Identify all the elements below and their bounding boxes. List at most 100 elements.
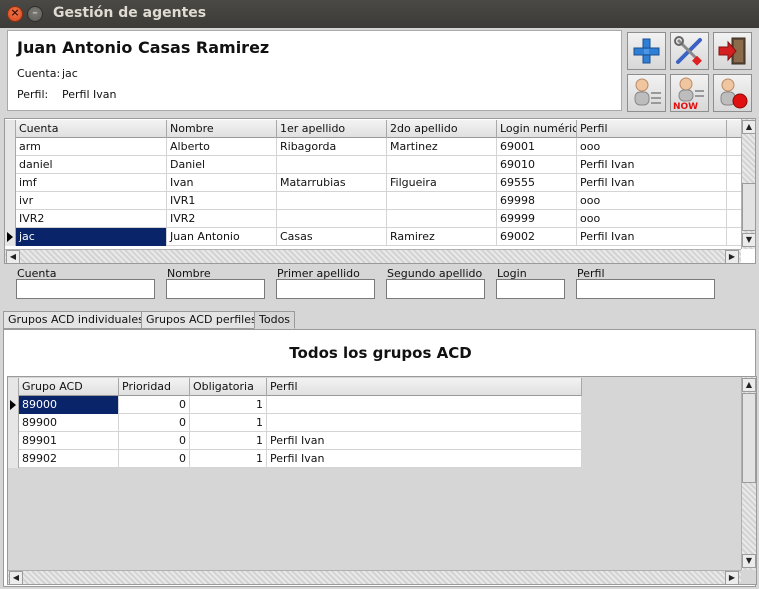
row-indicator[interactable] (8, 414, 19, 432)
tab-todos[interactable]: Todos (254, 311, 296, 329)
agents-horizontal-scrollbar[interactable]: ◀ ▶ (5, 249, 741, 263)
cell-grupo[interactable]: 89000 (19, 396, 119, 414)
column-header-nombre[interactable]: Nombre (167, 120, 277, 138)
cell-perfil[interactable]: Perfil Ivan (577, 156, 727, 174)
cell-prioridad[interactable]: 0 (119, 396, 190, 414)
cell-cuenta[interactable]: IVR2 (16, 210, 167, 228)
cell-perfil[interactable] (267, 414, 582, 432)
minimize-window-button[interactable]: – (27, 6, 43, 22)
cell-apellido1[interactable] (277, 192, 387, 210)
row-indicator[interactable] (5, 174, 16, 192)
row-indicator[interactable] (5, 210, 16, 228)
filter-input-login[interactable] (496, 279, 565, 299)
cell-nombre[interactable]: Juan Antonio (167, 228, 277, 246)
group-row[interactable]: 89901 0 1 Perfil Ivan (8, 432, 582, 450)
close-window-button[interactable]: × (7, 6, 23, 22)
cell-apellido1[interactable]: Ribagorda (277, 138, 387, 156)
column-header-obligatoria[interactable]: Obligatoria (190, 378, 267, 396)
cell-cuenta[interactable]: arm (16, 138, 167, 156)
agents-table[interactable]: Cuenta Nombre 1er apellido 2do apellido … (4, 118, 756, 264)
cell-login[interactable]: 69001 (497, 138, 577, 156)
cell-apellido2[interactable]: Ramirez (387, 228, 497, 246)
cell-nombre[interactable]: IVR2 (167, 210, 277, 228)
filter-input-apellido2[interactable] (386, 279, 485, 299)
group-row[interactable]: 89900 0 1 (8, 414, 582, 432)
scroll-up-arrow-icon[interactable]: ▲ (742, 120, 755, 134)
scroll-down-arrow-icon[interactable]: ▼ (742, 233, 755, 247)
cell-prioridad[interactable]: 0 (119, 414, 190, 432)
column-header-perfil[interactable]: Perfil (577, 120, 727, 138)
cell-perfil[interactable]: ooo (577, 210, 727, 228)
cell-login[interactable]: 69555 (497, 174, 577, 192)
cell-apellido1[interactable] (277, 210, 387, 228)
cell-perfil[interactable]: Perfil Ivan (577, 228, 727, 246)
cell-apellido1[interactable]: Matarrubias (277, 174, 387, 192)
agent-row[interactable]: imf Ivan Matarrubias Filgueira 69555 Perfil I… (5, 174, 742, 192)
filter-input-cuenta[interactable] (16, 279, 155, 299)
column-header-grupo[interactable]: Grupo ACD (19, 378, 119, 396)
cell-perfil[interactable]: Perfil Ivan (267, 450, 582, 468)
cell-cuenta[interactable]: daniel (16, 156, 167, 174)
cell-login[interactable]: 69002 (497, 228, 577, 246)
agent-row[interactable]: ivr IVR1 69998 ooo (5, 192, 742, 210)
agents-vertical-scrollbar[interactable]: ▲ ▼ (741, 119, 755, 249)
cell-prioridad[interactable]: 0 (119, 450, 190, 468)
row-indicator[interactable] (8, 450, 19, 468)
cell-apellido2[interactable] (387, 210, 497, 228)
cell-grupo[interactable]: 89901 (19, 432, 119, 450)
column-header-apellido1[interactable]: 1er apellido (277, 120, 387, 138)
scroll-right-arrow-icon[interactable]: ▶ (725, 250, 739, 263)
group-row[interactable]: 89000 0 1 (8, 396, 582, 414)
cell-nombre[interactable]: Alberto (167, 138, 277, 156)
column-header-apellido2[interactable]: 2do apellido (387, 120, 497, 138)
tab-grupos-individuales[interactable]: Grupos ACD individuales (3, 311, 149, 329)
column-header-cuenta[interactable]: Cuenta (16, 120, 167, 138)
cell-grupo[interactable]: 89900 (19, 414, 119, 432)
scroll-up-arrow-icon[interactable]: ▲ (742, 378, 756, 392)
cell-perfil[interactable]: Perfil Ivan (577, 174, 727, 192)
cell-cuenta[interactable]: ivr (16, 192, 167, 210)
filter-input-apellido1[interactable] (276, 279, 375, 299)
row-indicator[interactable] (5, 156, 16, 174)
agent-row[interactable]: IVR2 IVR2 69999 ooo (5, 210, 742, 228)
cell-obligatoria[interactable]: 1 (190, 414, 267, 432)
agent-row[interactable]: arm Alberto Ribagorda Martinez 69001 ooo (5, 138, 742, 156)
row-indicator[interactable] (5, 138, 16, 156)
cell-obligatoria[interactable]: 1 (190, 450, 267, 468)
cell-cuenta[interactable]: imf (16, 174, 167, 192)
agent-now-button[interactable]: NOW (670, 74, 709, 112)
scroll-down-arrow-icon[interactable]: ▼ (742, 554, 756, 568)
row-indicator[interactable] (5, 228, 16, 246)
agent-row[interactable]: jac Juan Antonio Casas Ramirez 69002 Perfil I… (5, 228, 742, 246)
cell-obligatoria[interactable]: 1 (190, 432, 267, 450)
cell-nombre[interactable]: Ivan (167, 174, 277, 192)
scroll-thumb[interactable] (742, 393, 756, 483)
groups-vertical-scrollbar[interactable]: ▲ ▼ (741, 377, 756, 570)
groups-horizontal-scrollbar[interactable]: ◀ ▶ (8, 570, 741, 584)
scroll-left-arrow-icon[interactable]: ◀ (6, 250, 20, 263)
cell-perfil[interactable] (267, 396, 582, 414)
agent-row[interactable]: daniel Daniel 69010 Perfil Ivan (5, 156, 742, 174)
column-header-perfil[interactable]: Perfil (267, 378, 582, 396)
scroll-right-arrow-icon[interactable]: ▶ (725, 571, 739, 584)
cell-apellido1[interactable]: Casas (277, 228, 387, 246)
cell-login[interactable]: 69010 (497, 156, 577, 174)
scroll-left-arrow-icon[interactable]: ◀ (9, 571, 23, 584)
agent-groups-button[interactable] (627, 74, 666, 112)
cell-login[interactable]: 69998 (497, 192, 577, 210)
cell-login[interactable]: 69999 (497, 210, 577, 228)
cell-obligatoria[interactable]: 1 (190, 396, 267, 414)
groups-table[interactable]: Grupo ACD Prioridad Obligatoria Perfil 8… (7, 376, 757, 585)
cell-apellido2[interactable]: Martinez (387, 138, 497, 156)
exit-button[interactable] (713, 32, 752, 70)
scroll-thumb[interactable] (742, 183, 755, 231)
group-row[interactable]: 89902 0 1 Perfil Ivan (8, 450, 582, 468)
cell-perfil[interactable]: ooo (577, 192, 727, 210)
column-header-prioridad[interactable]: Prioridad (119, 378, 190, 396)
cell-nombre[interactable]: Daniel (167, 156, 277, 174)
cell-apellido2[interactable]: Filgueira (387, 174, 497, 192)
filter-input-perfil[interactable] (576, 279, 715, 299)
cell-apellido2[interactable] (387, 192, 497, 210)
cell-apellido2[interactable] (387, 156, 497, 174)
cell-grupo[interactable]: 89902 (19, 450, 119, 468)
